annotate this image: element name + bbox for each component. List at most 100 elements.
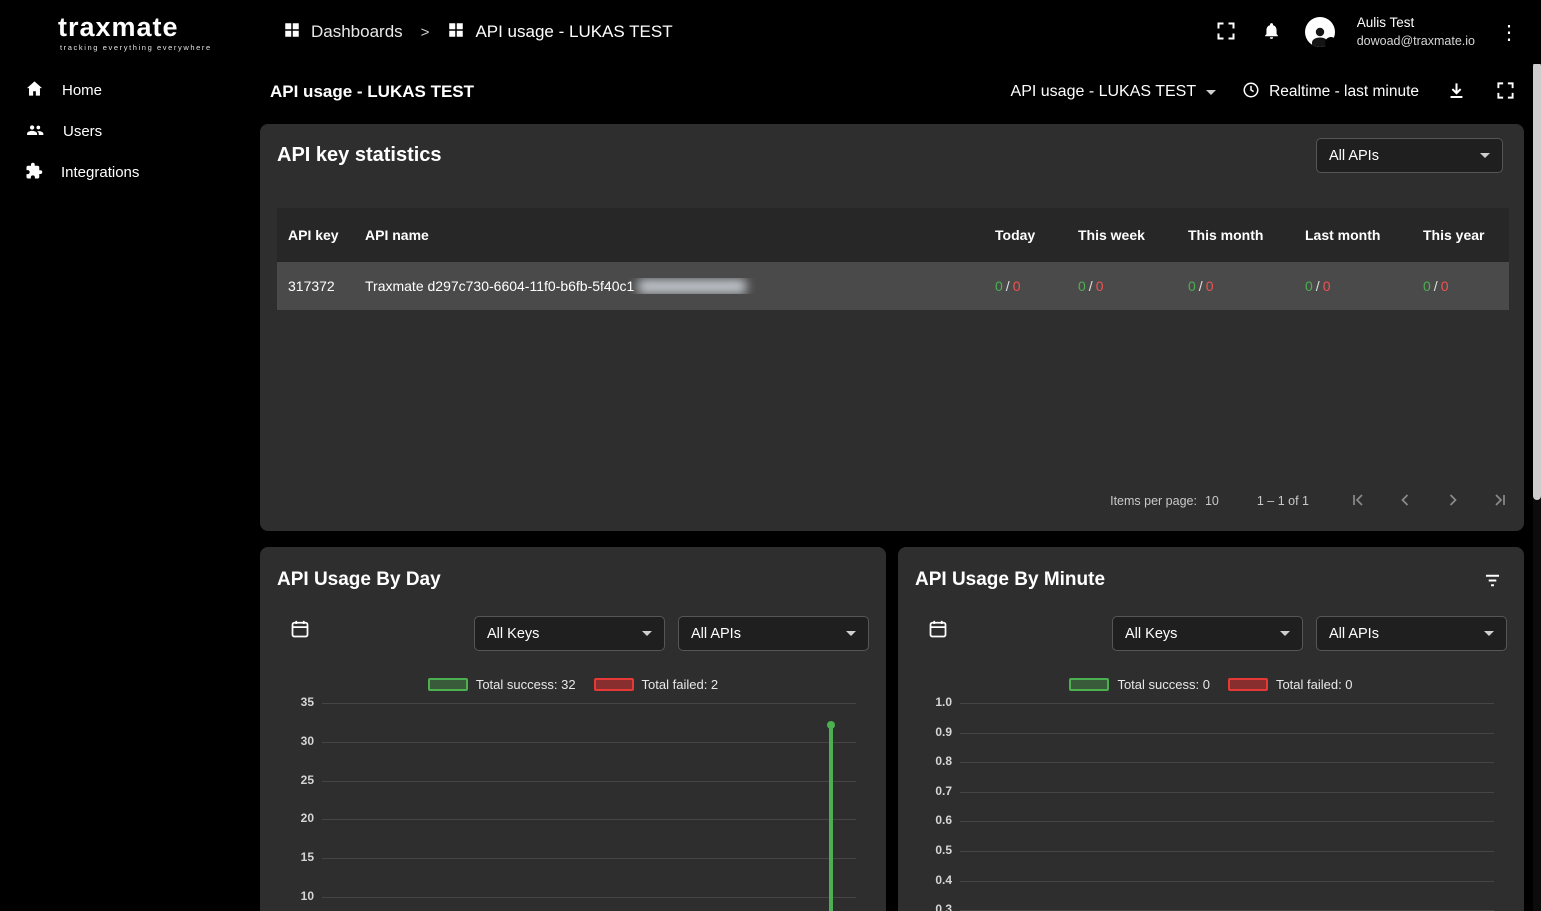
column-header: Today xyxy=(995,227,1036,243)
clock-icon xyxy=(1242,81,1260,104)
sidebar-item-home[interactable]: Home xyxy=(0,70,250,111)
sidebar: traxmate tracking everything everywhere … xyxy=(0,0,250,911)
legend-failed: Total failed: 2 xyxy=(593,677,718,692)
sidebar-item-users[interactable]: Users xyxy=(0,111,250,152)
home-icon xyxy=(25,79,44,102)
table-header-row: API key API name Today This week This mo… xyxy=(277,208,1509,262)
legend-success: Total success: 32 xyxy=(427,677,576,692)
y-tick-label: 0.7 xyxy=(935,783,952,798)
date-range-button[interactable] xyxy=(928,619,948,642)
chevron-down-icon xyxy=(1484,631,1494,636)
column-header: Last month xyxy=(1305,227,1381,243)
failed-swatch xyxy=(1227,678,1268,691)
card-fullscreen-button[interactable] xyxy=(1494,79,1517,105)
gridline xyxy=(322,741,856,743)
table-row[interactable]: 317372 Traxmate d297c730-6604-11f0-b6fb-… xyxy=(277,262,1509,310)
column-header: API key xyxy=(288,227,339,243)
api-key-table: API key API name Today This week This mo… xyxy=(277,208,1509,310)
card-title: API key statistics xyxy=(277,144,442,166)
notifications-button[interactable] xyxy=(1260,19,1283,46)
y-tick-label: 35 xyxy=(300,695,314,709)
next-page-button[interactable] xyxy=(1445,493,1461,509)
filter-button[interactable] xyxy=(1483,571,1502,593)
date-range-button[interactable] xyxy=(290,619,310,642)
previous-page-button[interactable] xyxy=(1397,493,1413,509)
scrollbar-thumb[interactable] xyxy=(1533,62,1541,500)
breadcrumb-separator: > xyxy=(420,23,430,41)
fullscreen-icon xyxy=(1216,21,1236,44)
api-name-cell: Traxmate d297c730-6604-11f0-b6fb-5f40c1 xyxy=(365,278,995,295)
success-swatch xyxy=(1069,678,1110,691)
topbar: Dashboards > API usage - LUKAS TEST Auli… xyxy=(250,0,1541,64)
column-header: This month xyxy=(1188,227,1264,243)
this-year-cell: 0/0 xyxy=(1423,278,1449,294)
y-tick-label: 0.8 xyxy=(935,754,952,769)
users-icon xyxy=(25,120,45,144)
paginator: Items per page: 10 1 – 1 of 1 xyxy=(1110,493,1509,509)
page-title: API usage - LUKAS TEST xyxy=(270,82,475,101)
failed-swatch xyxy=(593,678,634,691)
sidebar-item-integrations[interactable]: Integrations xyxy=(0,152,250,193)
kebab-icon: ⋮ xyxy=(1499,21,1519,44)
last-page-button[interactable] xyxy=(1493,493,1509,509)
gridline xyxy=(322,897,856,898)
user-info[interactable]: Aulis Test dowoad@traxmate.io xyxy=(1357,14,1475,49)
api-filter-select[interactable]: All APIs xyxy=(1316,138,1503,173)
keys-filter-select[interactable]: All Keys xyxy=(474,616,665,651)
download-button[interactable] xyxy=(1445,79,1468,105)
breadcrumb-dashboards[interactable]: Dashboards xyxy=(283,21,403,44)
fullscreen-icon xyxy=(1496,81,1515,103)
topbar-actions: Aulis Test dowoad@traxmate.io ⋮ xyxy=(1214,14,1541,49)
items-per-page-select[interactable]: 10 xyxy=(1205,494,1219,508)
card-title: API Usage By Day xyxy=(277,569,441,590)
api-filter-select[interactable]: All APIs xyxy=(678,616,869,651)
keys-filter-select[interactable]: All Keys xyxy=(1112,616,1303,651)
this-month-cell: 0/0 xyxy=(1188,278,1214,294)
user-name: Aulis Test xyxy=(1356,15,1415,31)
gridline xyxy=(960,880,1494,882)
last-month-cell: 0/0 xyxy=(1305,278,1331,294)
today-cell: 0/0 xyxy=(995,278,1021,294)
gridline xyxy=(960,791,1494,793)
avatar-badge xyxy=(1324,37,1337,49)
this-week-cell: 0/0 xyxy=(1078,278,1104,294)
y-tick-label: 25 xyxy=(300,772,314,787)
realtime-selector[interactable]: Realtime - last minute xyxy=(1242,81,1419,104)
gridline xyxy=(960,703,1494,704)
app-root: traxmate tracking everything everywhere … xyxy=(0,0,1541,911)
chevron-down-icon xyxy=(1280,631,1290,636)
user-avatar[interactable] xyxy=(1304,17,1337,49)
sidebar-item-label: Integrations xyxy=(61,164,140,181)
redacted-text xyxy=(638,279,747,295)
column-header: API name xyxy=(365,227,429,243)
bell-icon xyxy=(1262,21,1281,44)
y-tick-label: 15 xyxy=(300,850,314,865)
api-key-statistics-card: API key statistics All APIs API key API … xyxy=(260,124,1524,531)
brand-logo-text: traxmate xyxy=(58,12,179,42)
dashboard-selector[interactable]: API usage - LUKAS TEST xyxy=(1011,83,1217,101)
scrollbar-track xyxy=(1533,62,1541,911)
sidebar-item-label: Users xyxy=(63,123,103,140)
chevron-down-icon xyxy=(642,631,652,636)
download-icon xyxy=(1447,81,1466,103)
chevron-down-icon xyxy=(1480,153,1490,158)
breadcrumb-current: API usage - LUKAS TEST xyxy=(447,21,673,44)
gridline xyxy=(960,821,1494,823)
y-tick-label: 0.3 xyxy=(935,902,952,911)
y-tick-label: 0.4 xyxy=(935,872,952,887)
success-spike xyxy=(827,721,836,911)
fullscreen-button[interactable] xyxy=(1214,19,1238,46)
y-tick-label: 1.0 xyxy=(935,695,952,709)
items-per-page-label: Items per page: xyxy=(1110,494,1197,508)
legend-failed: Total failed: 0 xyxy=(1227,677,1353,692)
calendar-icon xyxy=(290,620,310,642)
y-tick-label: 0.6 xyxy=(935,813,952,828)
overflow-menu-button[interactable]: ⋮ xyxy=(1497,18,1521,47)
column-header: This year xyxy=(1423,227,1485,243)
paginator-range: 1 – 1 of 1 xyxy=(1256,494,1309,508)
api-filter-select[interactable]: All APIs xyxy=(1316,616,1507,651)
brand-logo[interactable]: traxmate tracking everything everywhere xyxy=(0,0,250,53)
first-page-button[interactable] xyxy=(1349,493,1365,509)
gridline xyxy=(322,858,856,860)
y-tick-label: 10 xyxy=(300,889,314,903)
